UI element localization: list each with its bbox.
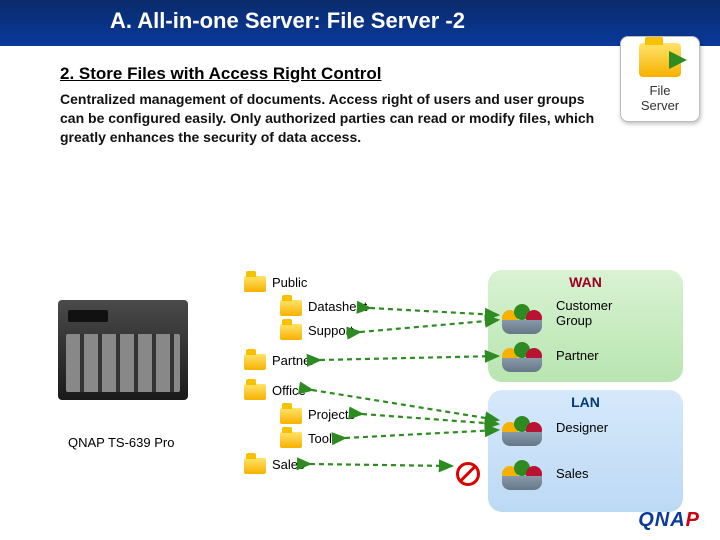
section-description: Centralized management of documents. Acc… (60, 90, 600, 147)
section-heading: 2. Store Files with Access Right Control (60, 64, 660, 84)
brand-logo: QNAP (638, 509, 700, 532)
file-server-badge: FileServer (620, 36, 700, 122)
connection-arrows (0, 260, 720, 520)
folder-icon (639, 43, 681, 77)
arrow-icon (669, 51, 687, 69)
slide-title: A. All-in-one Server: File Server -2 (0, 0, 720, 46)
access-diagram: QNAP TS-639 Pro Public Datasheet Support… (0, 260, 720, 520)
